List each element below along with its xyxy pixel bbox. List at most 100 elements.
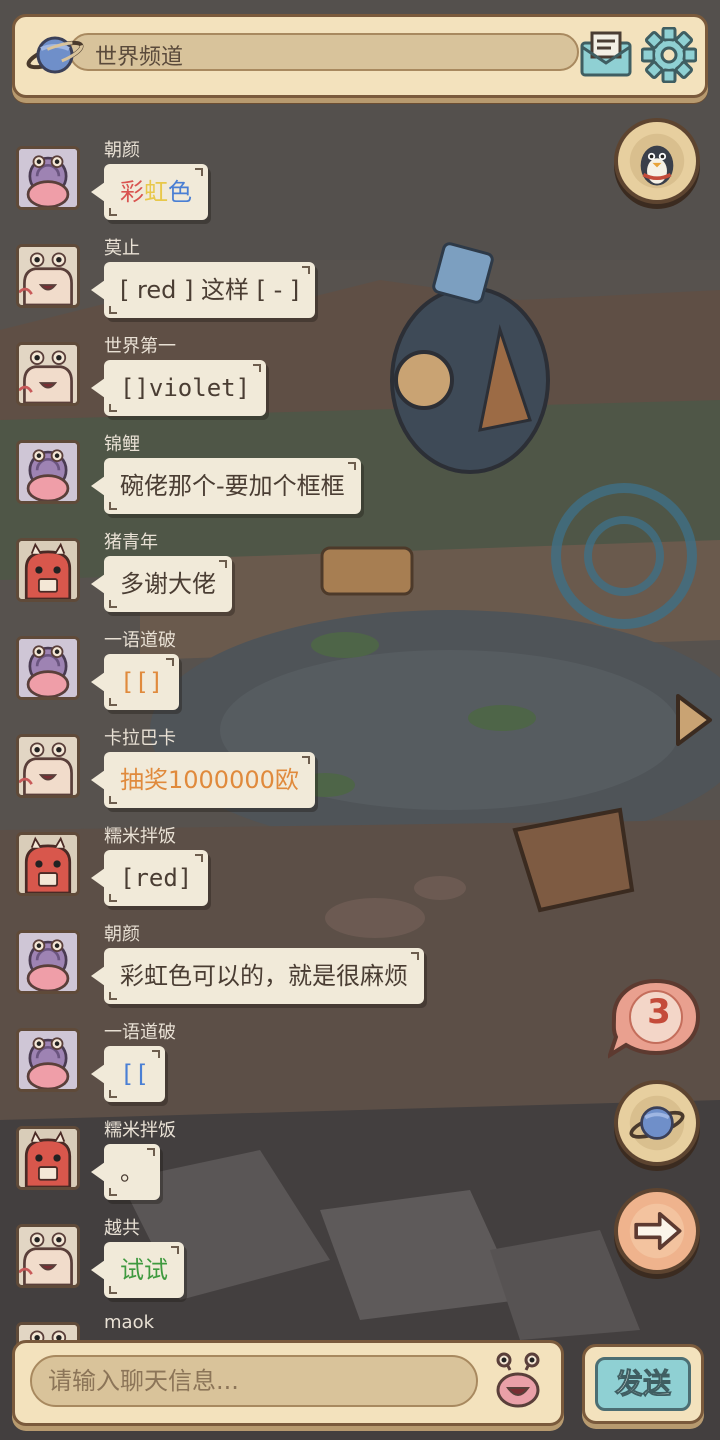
bubble-corner — [109, 502, 117, 510]
chat-message: 越共试试 — [0, 1218, 470, 1314]
bubble-corner — [302, 266, 311, 274]
chat-message: 朝颜彩虹色 — [0, 140, 470, 236]
message-text: 彩 — [120, 178, 144, 206]
play-icon[interactable] — [672, 692, 714, 748]
username: 糯米拌饭 — [104, 1120, 176, 1141]
message-text: 碗佬那个-要加个框框 — [120, 472, 345, 500]
message-bubble: 碗佬那个-要加个框框 — [91, 458, 361, 514]
message-text: 彩虹色可以的，就是很麻烦 — [120, 962, 408, 990]
bubble-corner — [109, 208, 117, 216]
avatar[interactable] — [16, 342, 80, 406]
message-text: [ red ] 这样 [ - ] — [120, 276, 300, 304]
snail-emoji-icon[interactable] — [490, 1352, 546, 1410]
avatar[interactable] — [16, 832, 80, 896]
arrow-right-icon — [629, 1203, 685, 1259]
username: 卡拉巴卡 — [104, 728, 176, 749]
message-text: 虹 — [144, 178, 168, 206]
message-text: []violet] — [120, 374, 251, 402]
avatar[interactable] — [16, 636, 80, 700]
message-bubble: [[ — [91, 1046, 165, 1102]
send-label: 发送 — [614, 1367, 671, 1401]
bubble-corner — [347, 462, 356, 470]
username: 锦鲤 — [104, 434, 140, 455]
message-text: 。 — [120, 1158, 144, 1186]
avatar[interactable] — [16, 734, 80, 798]
username: 一语道破 — [104, 1022, 176, 1043]
send-button[interactable]: 发送 — [582, 1344, 704, 1424]
bubble-corner — [151, 1050, 160, 1058]
bubble-corner — [195, 168, 203, 176]
planet-icon[interactable] — [25, 27, 85, 83]
avatar[interactable] — [16, 244, 80, 308]
message-text: 多谢大佬 — [120, 570, 216, 598]
planet-icon — [629, 1095, 685, 1151]
bubble-corner — [109, 600, 117, 608]
message-bubble: 。 — [91, 1144, 160, 1200]
username: 世界第一 — [104, 336, 176, 357]
chat-message: 一语道破 [[] — [0, 630, 470, 726]
world-channel-button[interactable] — [614, 1080, 700, 1166]
message-text: 抽奖1000000欧 — [120, 766, 299, 794]
message-text: [[] — [120, 668, 164, 696]
chat-message: 朝颜彩虹色可以的，就是很麻烦 — [0, 924, 470, 1020]
username: 莫止 — [104, 238, 140, 259]
penguin-button[interactable] — [614, 118, 700, 204]
gear-icon[interactable] — [641, 27, 697, 83]
bubble-corner — [109, 1090, 117, 1098]
message-bubble: 试试 — [91, 1242, 184, 1298]
bubble-corner — [109, 306, 117, 314]
message-bubble: 彩虹色 — [91, 164, 208, 220]
message-bubble: [ red ] 这样 [ - ] — [90, 262, 316, 318]
bubble-corner — [219, 560, 227, 568]
top-bar: 世界频道 — [12, 14, 708, 98]
bubble-corner — [171, 1246, 179, 1254]
avatar[interactable] — [16, 1224, 80, 1288]
penguin-icon — [629, 133, 685, 189]
avatar[interactable] — [16, 1126, 80, 1190]
username: 朝颜 — [104, 924, 140, 945]
chat-message: 锦鲤碗佬那个-要加个框框 — [0, 434, 470, 530]
username: 一语道破 — [104, 630, 176, 651]
username: 越共 — [104, 1218, 140, 1239]
chat-message: 糯米拌饭。 — [0, 1120, 470, 1216]
avatar[interactable] — [16, 1028, 80, 1092]
chat-message: 一语道破 [[ — [0, 1022, 470, 1118]
avatar[interactable] — [16, 930, 80, 994]
chat-message: 猪青年多谢大佬 — [0, 532, 470, 628]
arrow-button[interactable] — [614, 1188, 700, 1274]
bubble-corner — [411, 952, 419, 960]
bubble-corner — [109, 404, 117, 412]
message-bubble: [[] — [90, 654, 180, 710]
chat-message-input[interactable] — [30, 1355, 478, 1407]
channel-title: 世界频道 — [95, 45, 184, 70]
message-text: [red] — [120, 864, 193, 892]
bubble-corner — [195, 854, 204, 862]
avatar[interactable] — [16, 538, 80, 602]
message-bubble: [red] — [90, 850, 209, 906]
username: 糯米拌饭 — [104, 826, 176, 847]
message-text: 色 — [168, 178, 192, 206]
bubble-corner — [301, 756, 310, 764]
avatar[interactable] — [16, 146, 80, 210]
send-button-face: 发送 — [595, 1357, 691, 1411]
badge-count: 3 — [647, 992, 671, 1032]
chat-message: 糯米拌饭 [red] — [0, 826, 470, 922]
bubble-corner — [253, 364, 262, 372]
username: 朝颜 — [104, 140, 140, 161]
message-bubble: 彩虹色可以的，就是很麻烦 — [91, 948, 424, 1004]
bubble-corner — [109, 894, 117, 902]
bubble-corner — [109, 796, 117, 804]
username: 猪青年 — [104, 532, 158, 553]
message-text: [[ — [120, 1060, 149, 1088]
avatar[interactable] — [16, 440, 80, 504]
bubble-corner — [109, 1286, 117, 1294]
message-text: 试试 — [120, 1256, 168, 1284]
bubble-corner — [109, 698, 117, 706]
mail-icon[interactable] — [578, 29, 634, 81]
message-bubble: 抽奖1000000欧 — [91, 752, 315, 808]
bubble-corner — [109, 992, 117, 1000]
bubble-corner — [109, 1188, 117, 1196]
message-bubble: 多谢大佬 — [91, 556, 232, 612]
chat-message: 卡拉巴卡抽奖1000000欧 — [0, 728, 470, 824]
message-bubble: []violet] — [90, 360, 267, 416]
